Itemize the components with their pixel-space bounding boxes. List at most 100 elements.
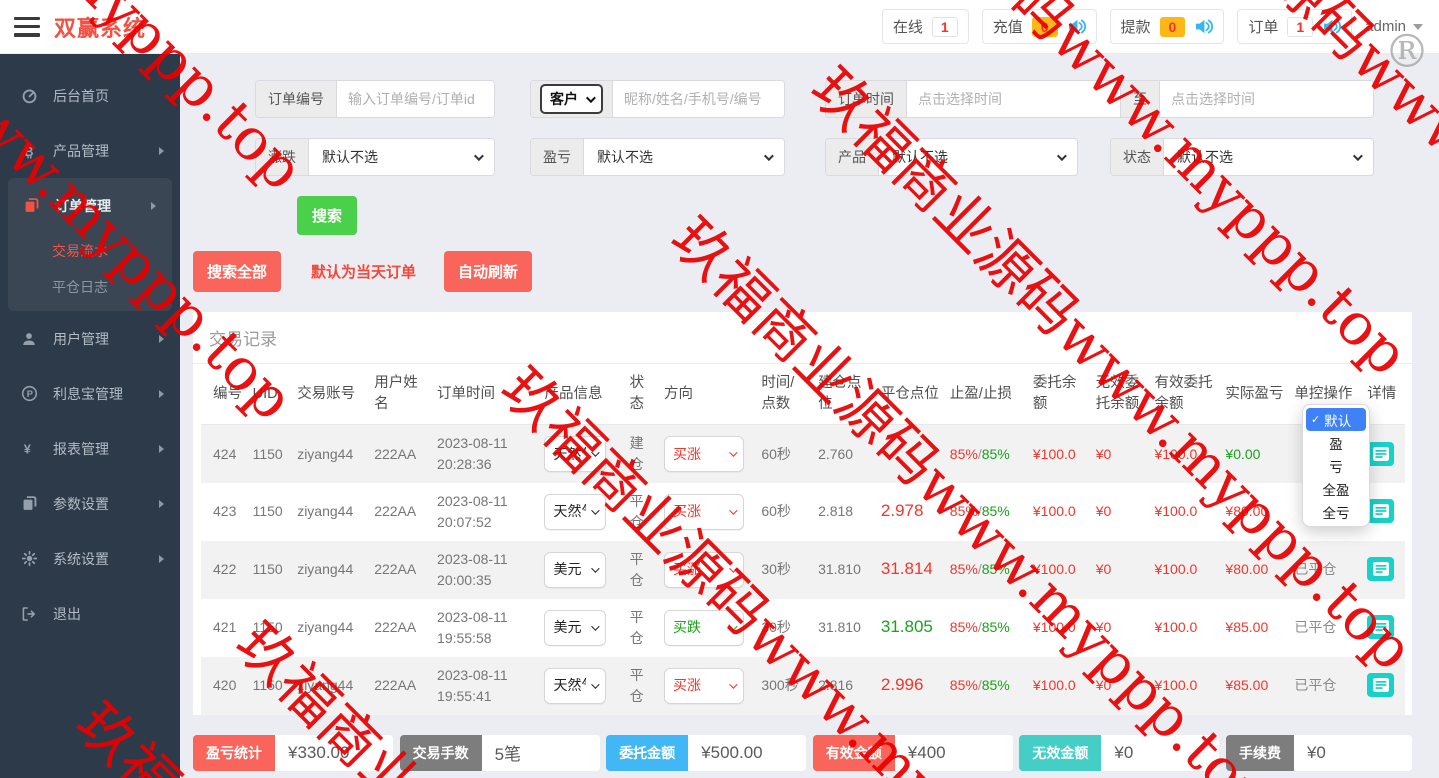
copy-icon: [18, 495, 40, 512]
profitloss-label: 盈亏: [531, 139, 584, 175]
sidebar-item-order-management[interactable]: 订单管理: [8, 178, 172, 233]
sidebar: 后台首页 B 产品管理 订单管理 交易流水 平仓日志 用户管理 P 利息宝管理: [0, 54, 180, 778]
control-option-all-lose[interactable]: 全亏: [1306, 500, 1366, 523]
sidebar-item-label: 报表管理: [53, 440, 109, 457]
cell-open-point: 31.810: [818, 561, 861, 578]
sidebar-subitem-trade-flow[interactable]: 交易流水: [8, 233, 172, 269]
cell-stop-levels: 85%/85%: [949, 445, 1010, 462]
col-header: 无效委托余额: [1090, 364, 1150, 426]
auto-refresh-button[interactable]: 自动刷新: [444, 251, 533, 292]
main-content: 订单编号 客户 订单时间 至: [180, 54, 1439, 778]
col-header: 止盈/止损: [944, 364, 1028, 426]
control-option-lose[interactable]: 亏: [1306, 454, 1366, 477]
detail-button[interactable]: [1367, 499, 1395, 524]
product-select[interactable]: 天然气: [544, 667, 607, 704]
cell-account: ziyang44: [297, 677, 354, 694]
col-header: 状态: [624, 364, 660, 426]
detail-button[interactable]: [1367, 441, 1395, 466]
product-select[interactable]: 天然气: [544, 493, 607, 530]
cell-valid-balance: ¥100.0: [1154, 503, 1198, 520]
chevron-down-icon: [591, 505, 601, 515]
sidebar-item-label: 参数设置: [53, 495, 109, 512]
summary-label: 交易手数: [399, 734, 482, 771]
direction-select[interactable]: 买涨: [664, 667, 745, 704]
order-no-label: 订单编号: [256, 81, 337, 117]
updown-select[interactable]: 默认不选: [309, 139, 494, 175]
online-stat[interactable]: 在线 1: [881, 9, 969, 44]
updown-value: 默认不选: [322, 149, 378, 165]
control-option-all-win[interactable]: 全盈: [1306, 477, 1366, 500]
withdraw-stat[interactable]: 提款 0: [1109, 9, 1225, 44]
cell-actual-profit: ¥85.00: [1225, 619, 1269, 636]
direction-select[interactable]: 买涨: [664, 493, 745, 530]
sidebar-item-logout[interactable]: 退出: [0, 586, 180, 641]
profitloss-select[interactable]: 默认不选: [584, 139, 784, 175]
cell-stop-levels: 85%/85%: [949, 677, 1010, 694]
summary-profit-total: 盈亏统计 ¥330.00: [193, 734, 393, 771]
detail-button[interactable]: [1367, 673, 1395, 698]
sidebar-item-products[interactable]: B 产品管理: [0, 123, 180, 178]
direction-select[interactable]: 买涨: [664, 551, 745, 588]
cell-status: 平仓: [629, 551, 644, 588]
cell-uid: 1150: [252, 561, 283, 578]
menu-icon[interactable]: [14, 16, 40, 37]
sidebar-item-parameters[interactable]: 参数设置: [0, 476, 180, 531]
sidebar-item-reports[interactable]: ¥ 报表管理: [0, 421, 180, 476]
sidebar-item-users[interactable]: 用户管理: [0, 311, 180, 366]
sidebar-item-dashboard[interactable]: 后台首页: [0, 68, 180, 123]
cell-close-point: 31.805: [880, 617, 933, 637]
cell-status: 平仓: [629, 493, 644, 530]
speaker-icon[interactable]: [1067, 18, 1086, 35]
table-row: 423 1150 ziyang44 222AA 2023-08-11 20:07…: [201, 483, 1405, 541]
time-from-input[interactable]: [907, 81, 1120, 117]
sidebar-subitem-close-log[interactable]: 平仓日志: [8, 269, 172, 305]
cell-status: 建仓: [629, 435, 644, 472]
order-no-input[interactable]: [337, 81, 494, 117]
time-to-input[interactable]: [1160, 81, 1373, 117]
search-all-button[interactable]: 搜索全部: [193, 251, 282, 292]
col-header: 实际盈亏: [1220, 364, 1290, 426]
sidebar-item-interest[interactable]: P 利息宝管理: [0, 366, 180, 421]
customer-select-addon: 客户: [531, 81, 613, 117]
detail-button[interactable]: [1367, 615, 1395, 640]
registered-mark-icon: ®: [1384, 24, 1430, 78]
trade-records-table: 编号 UID 交易账号 用户姓名 订单时间 产品信息 状态 方向 时间/点数 建…: [201, 364, 1405, 715]
cell-entrust-balance: ¥100.0: [1032, 561, 1076, 578]
cell-stop-levels: 85%/85%: [949, 619, 1010, 636]
product-select[interactable]: 美元: [544, 551, 607, 588]
control-option-default[interactable]: ✓ 默认: [1306, 408, 1366, 431]
bitcoin-icon: B: [18, 142, 40, 160]
cell-open-point: 2.816: [818, 677, 854, 694]
product-select[interactable]: 美元: [544, 609, 607, 646]
search-button[interactable]: 搜索: [297, 196, 358, 235]
speaker-icon[interactable]: [1322, 18, 1342, 35]
top-bar: 双赢系统 在线 1 充值 0 提款 0 订单 1 admin: [0, 0, 1439, 54]
direction-select[interactable]: 买涨: [664, 435, 745, 472]
status-select[interactable]: 默认不选: [1164, 139, 1373, 175]
customer-search-input[interactable]: [613, 81, 784, 117]
product-select[interactable]: 默认不选: [879, 139, 1077, 175]
col-header: 平仓点位: [875, 364, 945, 426]
orders-stat[interactable]: 订单 1: [1237, 9, 1353, 44]
direction-select[interactable]: 买跌: [664, 609, 745, 646]
col-header: 编号: [201, 364, 248, 426]
cell-duration: 30秒: [761, 561, 791, 578]
online-count-badge: 1: [931, 16, 958, 37]
cell-status: 平仓: [629, 667, 644, 704]
customer-select[interactable]: 客户: [540, 84, 603, 114]
summary-label: 无效金额: [1019, 734, 1102, 771]
chevron-right-icon: [151, 201, 156, 210]
recharge-stat[interactable]: 充值 0: [981, 9, 1097, 44]
cell-control-status: 已平仓: [1294, 677, 1337, 694]
col-header: 用户姓名: [369, 364, 433, 426]
sidebar-item-system[interactable]: 系统设置: [0, 531, 180, 586]
product-select[interactable]: 天然气: [544, 435, 607, 472]
control-option-win[interactable]: 盈: [1306, 431, 1366, 454]
speaker-icon[interactable]: [1194, 18, 1214, 35]
detail-button[interactable]: [1367, 557, 1395, 582]
cell-invalid-balance: ¥0: [1095, 445, 1112, 462]
cell-status: 平仓: [629, 609, 644, 646]
cell-order-time: 2023-08-11 20:00:35: [437, 551, 508, 588]
summary-fee: 手续费 ¥0: [1225, 734, 1412, 771]
cell-id: 424: [213, 445, 237, 462]
